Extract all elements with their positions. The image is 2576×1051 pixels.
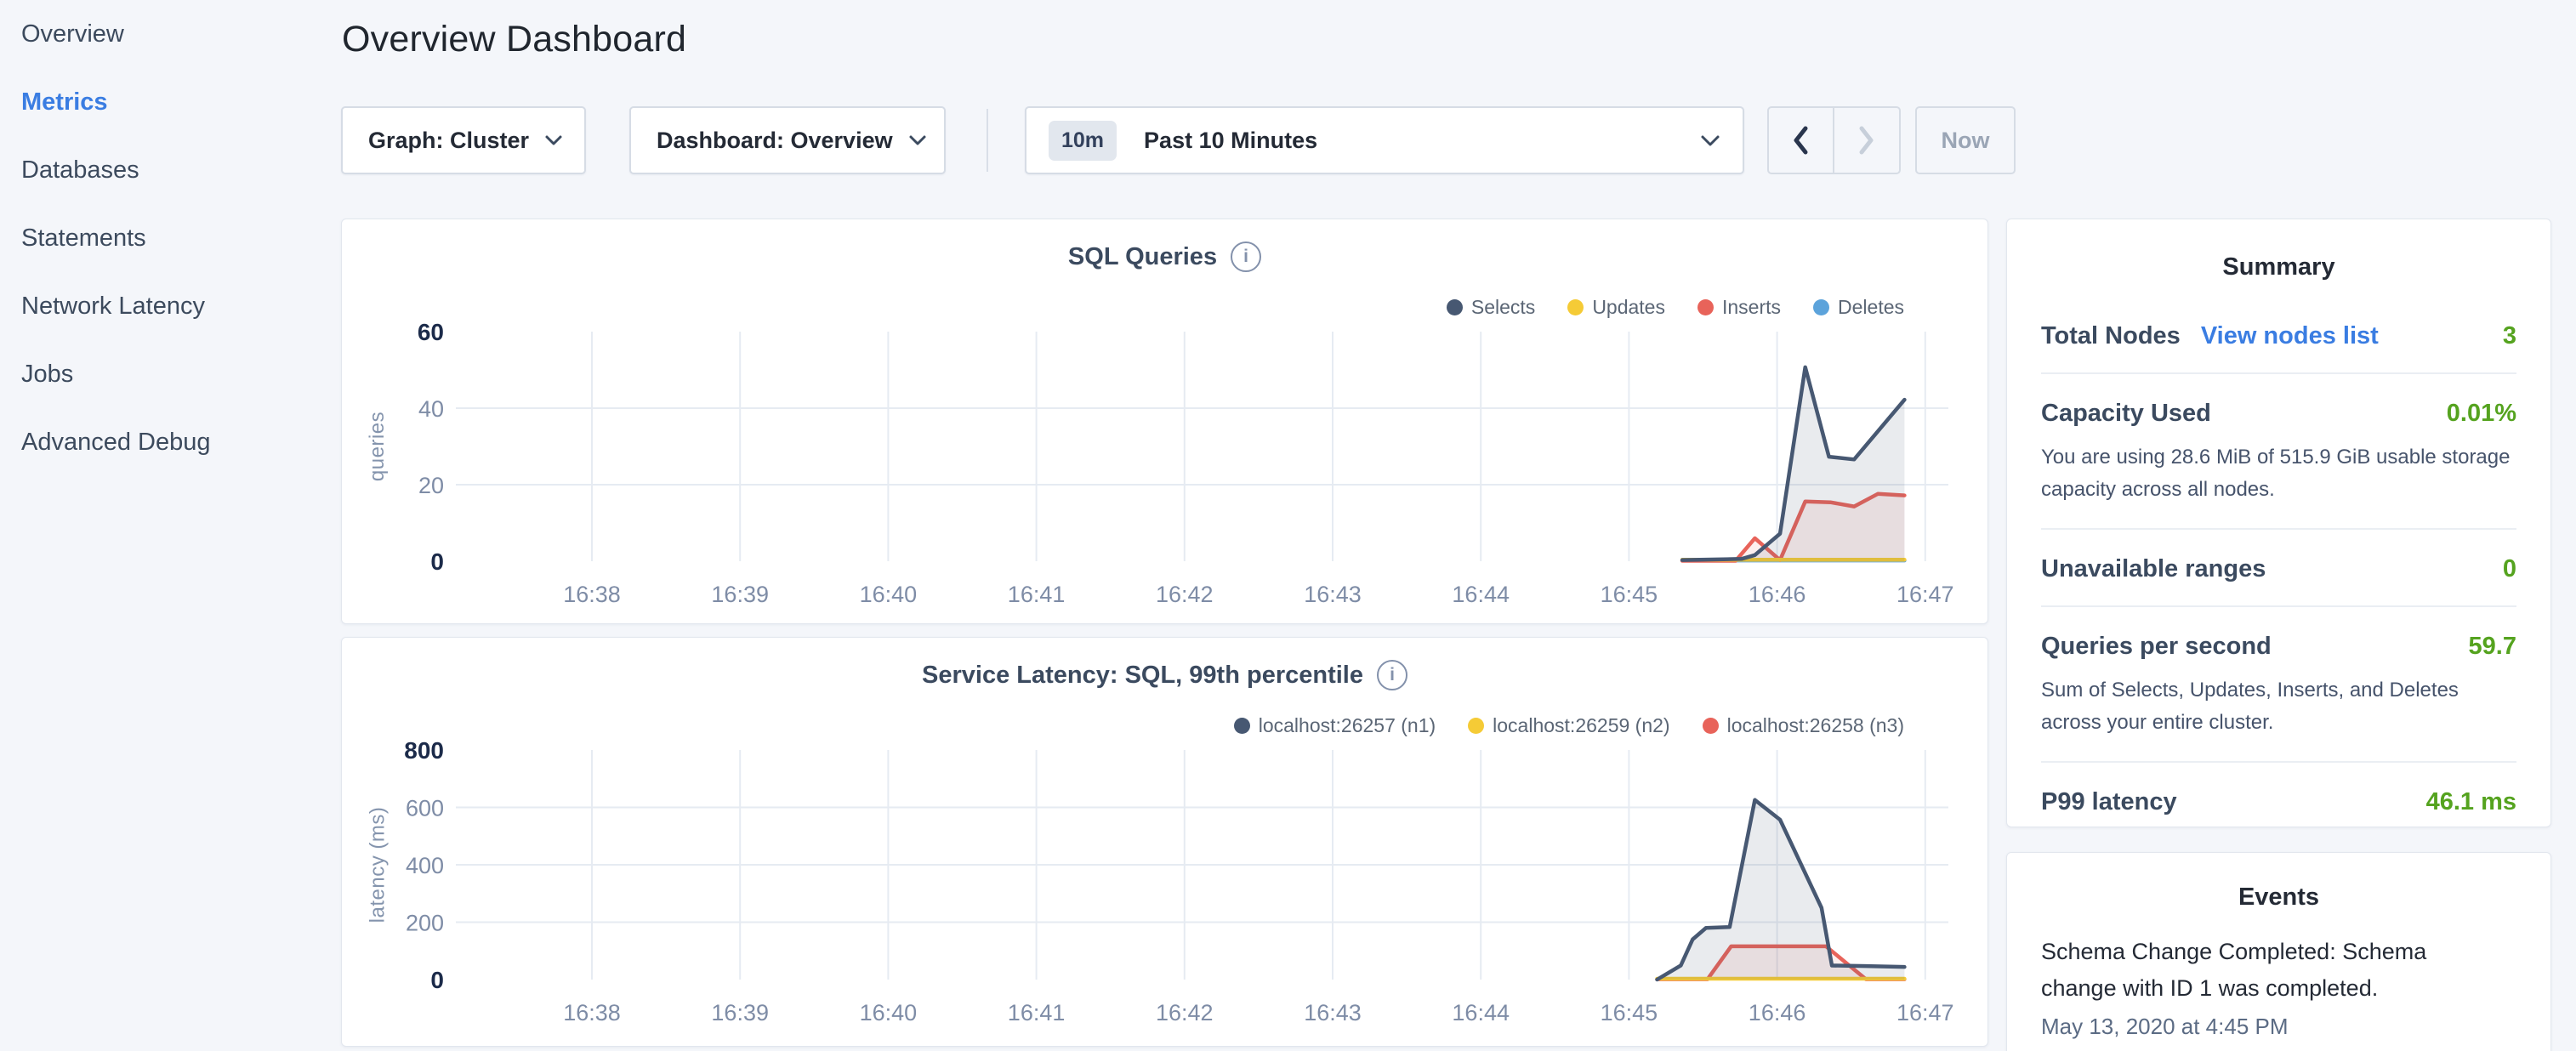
summary-label: Capacity Used (2041, 400, 2211, 428)
service-latency-chart: 16:38 16:39 16:40 16:41 16:42 16:43 16:44 16:45… (342, 638, 1989, 1037)
time-step-back-button[interactable] (1769, 108, 1834, 173)
time-step-forward-button[interactable] (1834, 108, 1900, 173)
summary-title: Summary (2007, 219, 2550, 281)
events-list: Schema Change Completed: Schema change w… (2007, 912, 2550, 1040)
summary-label: Unavailable ranges (2041, 555, 2266, 583)
svg-text:16:39: 16:39 (711, 582, 769, 607)
dashboard-dropdown[interactable]: Dashboard: Overview (629, 106, 946, 174)
svg-text:16:46: 16:46 (1749, 582, 1806, 607)
sql-queries-chart-card: SQL Queries i SelectsUpdatesInsertsDelet… (341, 219, 1988, 624)
summary-value: 59.7 (2469, 633, 2516, 661)
sidebar-item-metrics[interactable]: Metrics (21, 83, 108, 121)
dashboard-dropdown-label: Dashboard: Overview (657, 128, 893, 154)
time-range-selector[interactable]: 10m Past 10 Minutes (1025, 106, 1744, 174)
summary-row-capacity-used: Capacity Used 0.01% You are using 28.6 MiB… (2041, 372, 2516, 528)
overview-dashboard-page: { "sidebar": { "items": [ { "label": "Ov… (0, 0, 2576, 1051)
summary-value: 0 (2503, 555, 2516, 583)
svg-text:400: 400 (406, 853, 444, 878)
svg-text:16:47: 16:47 (1896, 1000, 1954, 1025)
svg-text:16:38: 16:38 (563, 1000, 621, 1025)
summary-row-total-nodes: Total Nodes View nodes list 3 (2041, 297, 2516, 372)
summary-panel: Summary Total Nodes View nodes list 3 Capac… (2006, 219, 2551, 827)
svg-text:40: 40 (418, 396, 444, 422)
summary-description: Sum of Selects, Updates, Inserts, and De… (2041, 674, 2516, 739)
page-title: Overview Dashboard (342, 19, 686, 60)
svg-text:16:40: 16:40 (860, 1000, 918, 1025)
now-button[interactable]: Now (1915, 106, 2016, 174)
summary-row-queries-per-second: Queries per second 59.7 Sum of Selects, Up… (2041, 605, 2516, 761)
controls-divider (987, 109, 988, 172)
svg-text:16:41: 16:41 (1008, 1000, 1066, 1025)
graph-dropdown[interactable]: Graph: Cluster (341, 106, 586, 174)
svg-text:0: 0 (430, 967, 444, 993)
view-nodes-list-link[interactable]: View nodes list (2201, 322, 2379, 350)
svg-text:800: 800 (404, 737, 444, 764)
summary-row-p99-latency: P99 latency 46.1 ms (2041, 761, 2516, 838)
chevron-down-icon (1700, 134, 1720, 147)
events-panel: Events Schema Change Completed: Schema c… (2006, 852, 2551, 1051)
sidebar: Overview Metrics Databases Statements Networ… (0, 0, 333, 1051)
summary-row-unavailable-ranges: Unavailable ranges 0 (2041, 528, 2516, 605)
svg-text:16:42: 16:42 (1156, 1000, 1214, 1025)
chevron-down-icon (908, 134, 927, 146)
sql-queries-chart: 16:38 16:39 16:40 16:41 16:42 16:43 16:44 16:45… (342, 219, 1989, 619)
svg-text:16:44: 16:44 (1452, 582, 1510, 607)
svg-text:16:43: 16:43 (1304, 582, 1362, 607)
svg-text:16:39: 16:39 (711, 1000, 769, 1025)
event-timestamp: May 13, 2020 at 4:45 PM (2041, 1014, 2516, 1040)
service-latency-chart-card: Service Latency: SQL, 99th percentile i … (341, 637, 1988, 1047)
svg-text:16:44: 16:44 (1452, 1000, 1510, 1025)
sidebar-item-statements[interactable]: Statements (21, 219, 146, 257)
svg-text:16:40: 16:40 (860, 582, 918, 607)
summary-label: Total Nodes (2041, 322, 2181, 350)
summary-value: 46.1 ms (2426, 788, 2516, 816)
sidebar-item-databases[interactable]: Databases (21, 151, 139, 189)
svg-text:600: 600 (406, 796, 444, 821)
svg-text:200: 200 (406, 911, 444, 936)
graph-dropdown-label: Graph: Cluster (368, 128, 529, 154)
svg-text:16:42: 16:42 (1156, 582, 1214, 607)
time-range-label: Past 10 Minutes (1144, 128, 1317, 154)
sidebar-item-jobs[interactable]: Jobs (21, 355, 73, 393)
chevron-down-icon (544, 134, 563, 146)
time-step-buttons (1767, 106, 1901, 174)
svg-text:16:47: 16:47 (1896, 582, 1954, 607)
chevron-left-icon (1790, 124, 1811, 156)
now-button-label: Now (1942, 128, 1990, 154)
summary-description: You are using 28.6 MiB of 515.9 GiB usab… (2041, 441, 2516, 506)
summary-value: 0.01% (2447, 400, 2516, 428)
sidebar-item-overview[interactable]: Overview (21, 15, 124, 53)
summary-label: Queries per second (2041, 633, 2272, 661)
event-item: Schema Change Completed: Schema change w… (2041, 934, 2516, 1040)
sidebar-item-advanced-debug[interactable]: Advanced Debug (21, 423, 211, 461)
svg-text:16:45: 16:45 (1601, 1000, 1658, 1025)
summary-rows: Total Nodes View nodes list 3 Capacity Used… (2007, 281, 2550, 838)
events-title: Events (2007, 853, 2550, 912)
svg-text:16:41: 16:41 (1008, 582, 1066, 607)
svg-text:60: 60 (418, 319, 444, 345)
time-range-badge: 10m (1049, 121, 1117, 161)
sidebar-item-network-latency[interactable]: Network Latency (21, 287, 205, 325)
chevron-right-icon (1857, 124, 1877, 156)
svg-text:16:38: 16:38 (563, 582, 621, 607)
summary-label: P99 latency (2041, 788, 2177, 816)
event-text: Schema Change Completed: Schema change w… (2041, 934, 2441, 1007)
svg-text:16:43: 16:43 (1304, 1000, 1362, 1025)
svg-text:16:45: 16:45 (1601, 582, 1658, 607)
svg-text:16:46: 16:46 (1749, 1000, 1806, 1025)
summary-value: 3 (2503, 322, 2516, 350)
svg-text:20: 20 (418, 473, 444, 498)
svg-text:0: 0 (430, 548, 444, 575)
